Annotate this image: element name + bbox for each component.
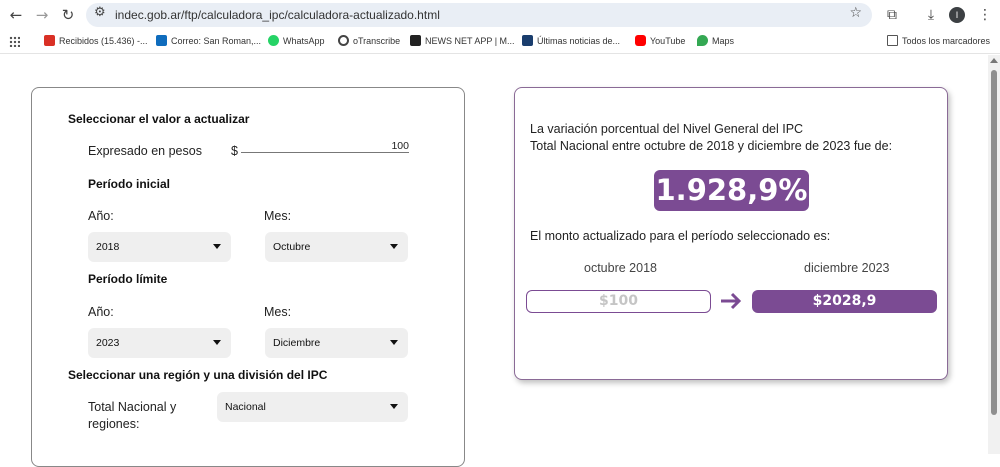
region-label-line1: Total Nacional y <box>88 400 177 414</box>
ln-icon <box>522 35 533 46</box>
from-amount-box: $100 <box>526 290 711 313</box>
limit-year-value: 2023 <box>96 337 120 349</box>
to-amount-box: $2028,9 <box>752 290 937 313</box>
limit-period-title: Período límite <box>88 272 168 286</box>
site-info-icon[interactable]: ⚙ <box>94 5 106 20</box>
chevron-down-icon <box>390 244 398 249</box>
bookmark-star-icon[interactable]: ☆ <box>849 5 862 21</box>
extensions-icon[interactable]: ⧉ <box>882 5 902 25</box>
bookmark-label: Maps <box>712 36 735 46</box>
bookmark-lanacion[interactable]: Últimas noticias de... <box>522 35 620 46</box>
initial-period-title: Período inicial <box>88 177 171 191</box>
amount-label: Expresado en pesos <box>88 144 202 158</box>
scrollbar-thumb[interactable] <box>991 70 997 415</box>
apps-grid-icon[interactable] <box>9 36 20 47</box>
reload-icon[interactable]: ↻ <box>58 5 78 25</box>
from-period-label: octubre 2018 <box>584 261 657 275</box>
profile-avatar[interactable]: I <box>949 7 965 23</box>
chevron-down-icon <box>213 340 221 345</box>
bookmark-otranscribe[interactable]: oTranscribe <box>338 35 400 46</box>
result-line2: Total Nacional entre octubre de 2018 y d… <box>530 139 893 153</box>
bookmark-label: WhatsApp <box>283 36 325 46</box>
menu-kebab-icon[interactable]: ⋮ <box>975 5 995 25</box>
bookmark-youtube[interactable]: YouTube <box>635 35 685 46</box>
forward-arrow-icon[interactable]: → <box>32 5 52 25</box>
all-bookmarks[interactable]: Todos los marcadores <box>887 35 990 46</box>
bookmark-label: oTranscribe <box>353 36 401 46</box>
chevron-down-icon <box>390 340 398 345</box>
download-icon[interactable]: ⤓ <box>921 5 941 25</box>
initial-month-value: Octubre <box>273 241 311 253</box>
bookmarks-bar: Recibidos (15.436) -... Correo: San Roma… <box>0 30 1000 54</box>
limit-year-select[interactable]: 2023 <box>88 328 231 358</box>
gmail-icon <box>44 35 55 46</box>
otranscribe-icon <box>338 35 349 46</box>
address-bar[interactable]: ⚙ indec.gob.ar/ftp/calculadora_ipc/calcu… <box>86 3 872 27</box>
chevron-down-icon <box>213 244 221 249</box>
whatsapp-icon <box>268 35 279 46</box>
currency-symbol: $ <box>231 144 238 158</box>
initial-year-select[interactable]: 2018 <box>88 232 231 262</box>
amount-input-underline <box>241 152 409 153</box>
bookmark-label: Últimas noticias de... <box>537 36 621 46</box>
region-label-line2: regiones: <box>88 417 140 431</box>
limit-month-label: Mes: <box>264 305 292 319</box>
bookmark-outlook[interactable]: Correo: San Roman,... <box>156 35 261 46</box>
arrow-right-icon <box>721 292 742 310</box>
outlook-icon <box>156 35 167 46</box>
chevron-down-icon <box>390 404 398 409</box>
region-select[interactable]: Nacional <box>217 392 408 422</box>
url-text[interactable]: indec.gob.ar/ftp/calculadora_ipc/calcula… <box>115 8 440 22</box>
browser-toolbar: ← → ↻ ⚙ indec.gob.ar/ftp/calculadora_ipc… <box>0 0 1000 30</box>
initial-year-value: 2018 <box>96 241 120 253</box>
scroll-up-icon[interactable] <box>990 58 998 63</box>
to-period-label: diciembre 2023 <box>804 261 890 275</box>
region-value: Nacional <box>225 401 266 413</box>
newsnet-icon <box>410 35 421 46</box>
amount-input[interactable]: 100 <box>380 140 409 152</box>
limit-year-label: Año: <box>88 305 114 319</box>
maps-icon <box>697 35 708 46</box>
amount-text: El monto actualizado para el período sel… <box>530 229 831 243</box>
region-section-title: Seleccionar una región y una división de… <box>68 368 328 382</box>
back-arrow-icon[interactable]: ← <box>6 5 26 25</box>
initial-month-select[interactable]: Octubre <box>265 232 408 262</box>
bookmark-label: Correo: San Roman,... <box>171 36 262 46</box>
section-value-title: Seleccionar el valor a actualizar <box>68 112 250 126</box>
bookmark-label: YouTube <box>650 36 686 46</box>
initial-year-label: Año: <box>88 209 114 223</box>
bookmark-gmail[interactable]: Recibidos (15.436) -... <box>44 35 148 46</box>
result-line1: La variación porcentual del Nivel Genera… <box>530 122 804 136</box>
limit-month-value: Diciembre <box>273 337 321 349</box>
bookmark-whatsapp[interactable]: WhatsApp <box>268 35 325 46</box>
youtube-icon <box>635 35 646 46</box>
all-bookmarks-label: Todos los marcadores <box>902 36 991 46</box>
bookmark-label: NEWS NET APP | M... <box>425 36 515 46</box>
folder-icon <box>887 35 898 46</box>
percentage-badge: 1.928,9% <box>654 170 809 211</box>
initial-month-label: Mes: <box>264 209 292 223</box>
bookmark-label: Recibidos (15.436) -... <box>59 36 148 46</box>
bookmark-newsnet[interactable]: NEWS NET APP | M... <box>410 35 515 46</box>
bookmark-maps[interactable]: Maps <box>697 35 734 46</box>
limit-month-select[interactable]: Diciembre <box>265 328 408 358</box>
